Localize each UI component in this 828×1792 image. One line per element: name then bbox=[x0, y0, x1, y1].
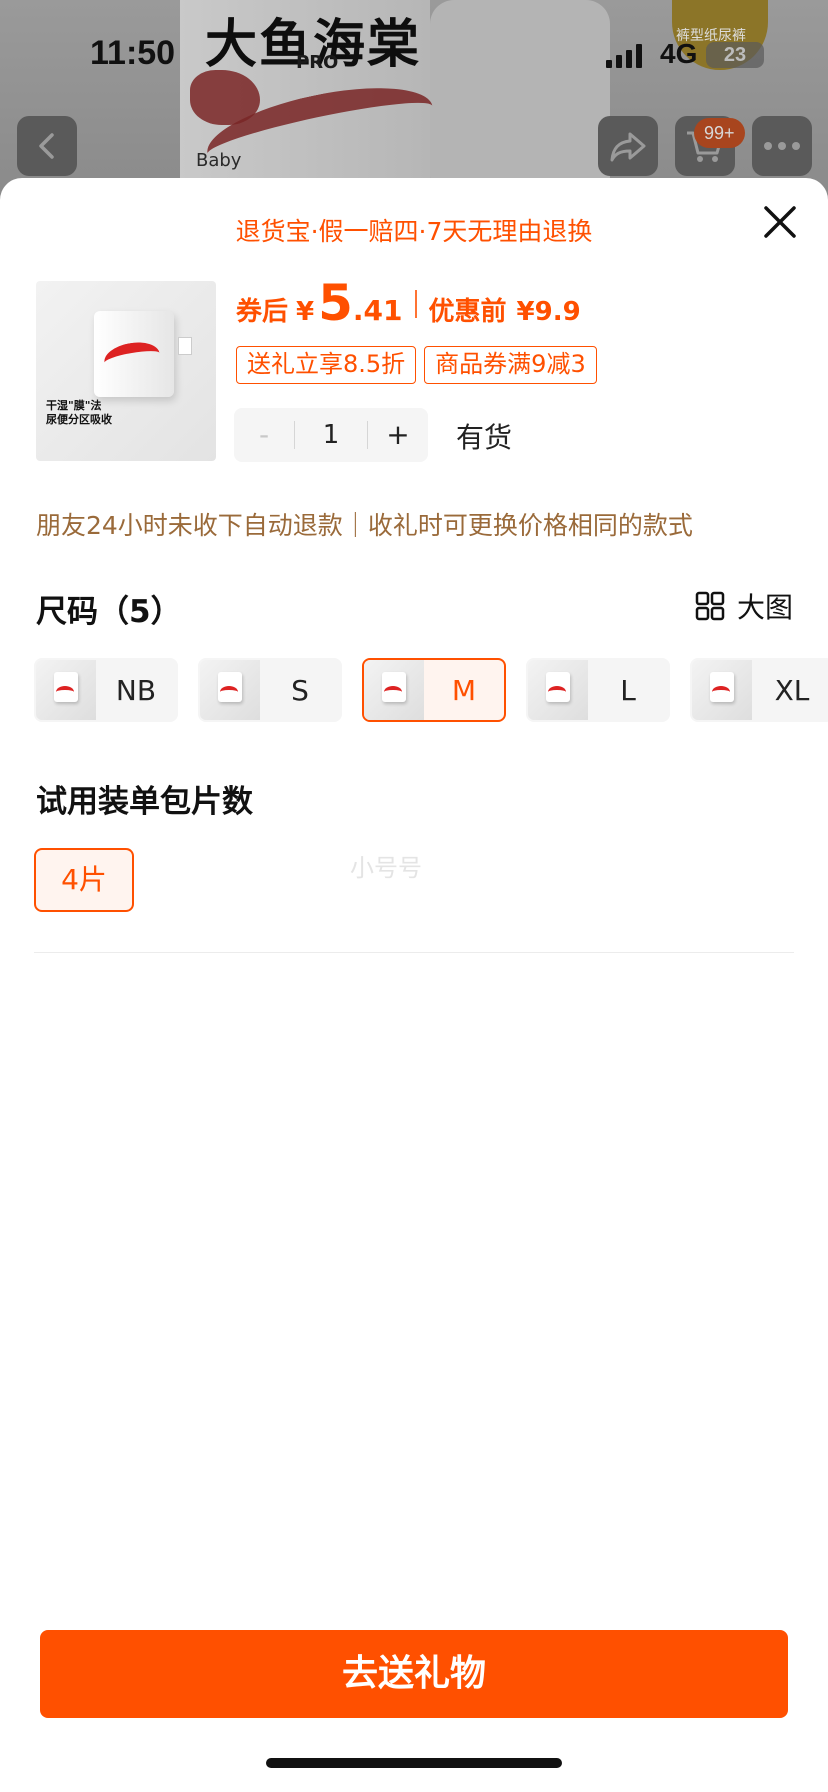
product-thumbnail[interactable]: 干湿"膜"法 尿便分区吸收 bbox=[36, 281, 216, 461]
grid-view-icon bbox=[695, 591, 725, 621]
size-option-label: M bbox=[451, 673, 477, 707]
signal-icon bbox=[606, 44, 642, 68]
close-button[interactable] bbox=[760, 202, 800, 242]
size-option-image bbox=[364, 660, 424, 720]
price-before-label: 优惠前 bbox=[428, 297, 507, 327]
size-option-l[interactable]: L bbox=[526, 658, 670, 722]
thumbnail-caption: 干湿"膜"法 尿便分区吸收 bbox=[46, 399, 112, 426]
quantity-value[interactable]: 1 bbox=[295, 420, 367, 450]
price-currency: ¥ bbox=[296, 297, 315, 327]
share-button[interactable] bbox=[598, 116, 658, 176]
back-icon bbox=[39, 133, 54, 159]
close-icon bbox=[764, 206, 796, 238]
promo-tags: 送礼立享8.5折 商品券满9减3 bbox=[236, 346, 597, 384]
quantity-decrease-button[interactable]: - bbox=[234, 408, 294, 462]
more-icon bbox=[764, 142, 800, 150]
price-prefix: 券后 bbox=[236, 297, 289, 327]
home-indicator bbox=[266, 1758, 562, 1768]
backdrop-bag-secondary bbox=[430, 0, 610, 200]
size-option-label: S bbox=[291, 673, 309, 707]
back-button[interactable] bbox=[17, 116, 77, 176]
network-type: 4G bbox=[660, 38, 698, 69]
pack-section-title: 试用装单包片数 bbox=[36, 784, 253, 820]
size-option-label: XL bbox=[774, 673, 810, 707]
send-gift-button[interactable]: 去送礼物 bbox=[40, 1630, 788, 1718]
promo-tag-gift-discount: 送礼立享8.5折 bbox=[236, 346, 417, 384]
price-decimal: .41 bbox=[352, 294, 403, 327]
promo-tag-coupon: 商品券满9减3 bbox=[424, 346, 597, 384]
size-option-image bbox=[528, 660, 588, 720]
section-divider bbox=[34, 952, 794, 953]
backdrop-sub-text: PRO bbox=[296, 52, 339, 73]
pack-option-4[interactable]: 4片 bbox=[34, 848, 134, 912]
big-view-label: 大图 bbox=[737, 591, 794, 624]
price-integer: 5 bbox=[318, 274, 353, 332]
size-section-title: 尺码（5） bbox=[36, 594, 182, 630]
size-option-image bbox=[36, 660, 96, 720]
thumbnail-size-card bbox=[178, 337, 192, 355]
gift-note: 朋友24小时未收下自动退款｜收礼时可更换价格相同的款式 bbox=[36, 511, 693, 540]
price-separator bbox=[414, 290, 417, 318]
backdrop-baby-text: Baby bbox=[196, 150, 242, 171]
size-option-nb[interactable]: NB bbox=[34, 658, 178, 722]
size-option-xl[interactable]: XL bbox=[690, 658, 828, 722]
size-option-label: NB bbox=[115, 673, 157, 707]
watermark: 小号号 bbox=[350, 854, 422, 882]
size-option-image bbox=[200, 660, 260, 720]
price-row: 券后 ¥ 5 .41 优惠前 ¥9.9 bbox=[236, 274, 581, 334]
status-time: 11:50 bbox=[90, 34, 176, 72]
price-before-value: ¥9.9 bbox=[516, 297, 581, 327]
quantity-increase-button[interactable]: + bbox=[368, 408, 428, 462]
cart-count-badge: 99+ bbox=[694, 118, 745, 148]
size-option-label: L bbox=[620, 673, 636, 707]
share-icon bbox=[610, 132, 646, 162]
size-options: NB S M L XL bbox=[34, 658, 828, 722]
battery-icon: 23 bbox=[706, 42, 764, 68]
size-option-image bbox=[692, 660, 752, 720]
size-option-m[interactable]: M bbox=[362, 658, 506, 722]
quantity-stepper: - 1 + bbox=[234, 408, 428, 462]
sku-selection-sheet: 退货宝·假一赔四·7天无理由退换 干湿"膜"法 尿便分区吸收 券后 ¥ 5 .4… bbox=[0, 178, 828, 1792]
stock-status: 有货 bbox=[456, 421, 513, 454]
size-option-s[interactable]: S bbox=[198, 658, 342, 722]
big-view-toggle[interactable]: 大图 bbox=[695, 586, 793, 626]
guarantee-banner: 退货宝·假一赔四·7天无理由退换 bbox=[235, 217, 593, 246]
more-button[interactable] bbox=[752, 116, 812, 176]
